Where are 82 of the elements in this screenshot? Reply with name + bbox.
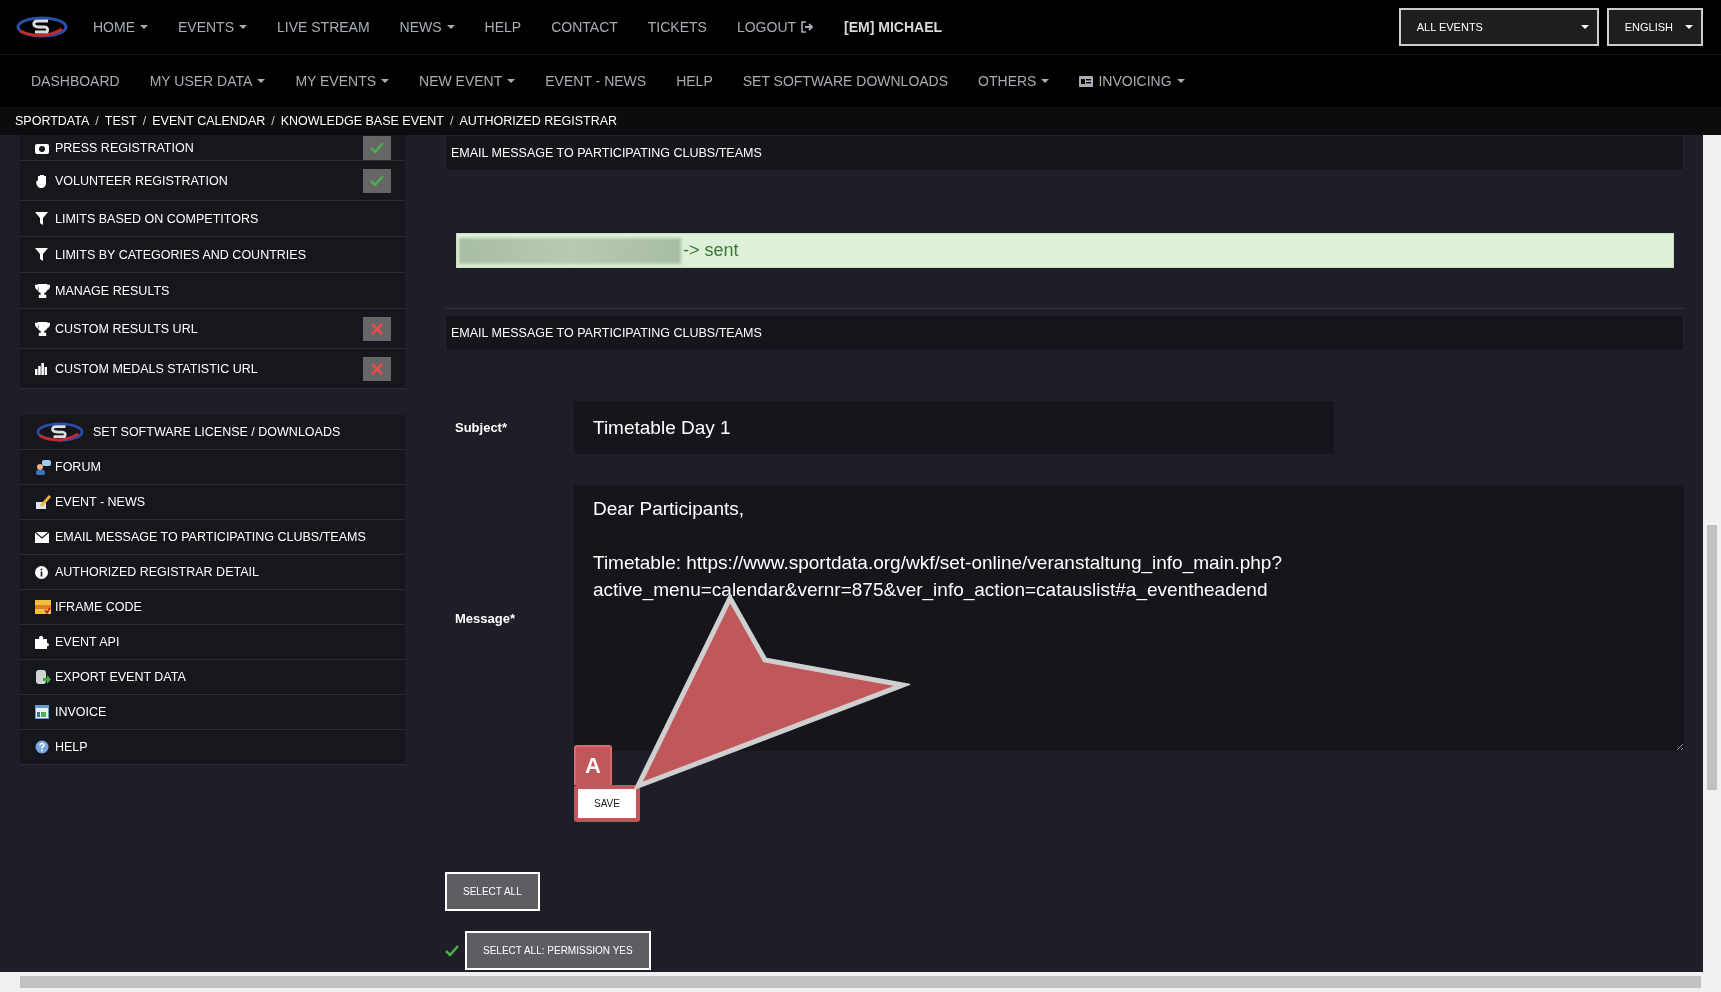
trophy-icon [35, 283, 51, 298]
sidebar-item[interactable]: CUSTOM MEDALS STATISTIC URL [20, 349, 405, 389]
pencil-icon [35, 494, 51, 510]
nav-link[interactable]: EVENT - NEWS [530, 73, 662, 89]
save-button[interactable]: SAVE [574, 785, 640, 822]
logout-icon [801, 21, 815, 33]
check-icon [370, 174, 384, 187]
nav-link[interactable]: MY USER DATA [134, 73, 281, 89]
breadcrumb-separator: / [142, 114, 147, 128]
nav-link[interactable]: EVENTS [163, 19, 262, 35]
help-icon [35, 740, 51, 754]
nav-link[interactable]: NEWS [384, 19, 470, 35]
horizontal-scrollbar[interactable] [0, 972, 1721, 992]
nav-link[interactable]: HOME [78, 19, 163, 35]
sidebar-item[interactable]: EXPORT EVENT DATA [20, 660, 405, 695]
css-file-icon [35, 600, 51, 614]
puzzle-icon [35, 635, 51, 649]
nav-link[interactable]: INVOICING [1064, 73, 1200, 89]
language-select[interactable]: ENGLISH [1606, 8, 1703, 46]
sidebar-item[interactable]: INVOICE [20, 695, 405, 730]
logo-icon [35, 421, 85, 443]
alert-text: -> sent [683, 240, 739, 261]
forum-icon [35, 459, 51, 475]
cross-icon [371, 362, 383, 375]
breadcrumb-link[interactable]: TEST [104, 114, 137, 128]
nav-link[interactable]: DASHBOARD [16, 73, 135, 89]
breadcrumb-link[interactable]: SPORTDATA [15, 114, 90, 128]
annotation-badge: A [574, 745, 612, 785]
id-card-icon [1079, 75, 1094, 87]
camera-icon [35, 141, 51, 154]
filter-icon [35, 212, 51, 225]
breadcrumb-separator: / [271, 114, 275, 128]
caret-icon [1580, 25, 1589, 29]
permission-button[interactable]: SELECT ALL: PERMISSION YES [465, 931, 651, 970]
caret-icon [1685, 25, 1693, 29]
sidebar-item[interactable]: CUSTOM RESULTS URL [20, 309, 405, 349]
sidebar-item[interactable]: AUTHORIZED REGISTRAR DETAIL [20, 555, 405, 590]
vertical-scrollbar[interactable] [1703, 135, 1721, 972]
subject-label: Subject* [454, 420, 508, 435]
envelope-icon [35, 531, 51, 543]
nav-link[interactable]: SET SOFTWARE DOWNLOADS [727, 73, 964, 89]
section-header: EMAIL MESSAGE TO PARTICIPATING CLUBS/TEAMS [445, 315, 1684, 351]
cross-icon [371, 322, 383, 335]
sidebar-item[interactable]: IFRAME CODE [20, 590, 405, 625]
nav-link[interactable]: TICKETS [632, 19, 722, 35]
event-select[interactable]: ALL EVENTS [1398, 8, 1599, 46]
trophy-icon [35, 321, 51, 336]
select-all-button[interactable]: SELECT ALL [445, 872, 540, 911]
breadcrumb-separator: / [449, 114, 454, 128]
sidebar-item[interactable]: HELP [20, 730, 405, 765]
breadcrumb-separator: / [95, 114, 99, 128]
sidebar-item[interactable]: PRESS REGISTRATION [20, 135, 405, 161]
sidebar-item[interactable]: SET SOFTWARE LICENSE / DOWNLOADS [20, 415, 405, 450]
message-label: Message* [454, 610, 516, 626]
sidebar-item[interactable]: FORUM [20, 450, 405, 485]
section-header: EMAIL MESSAGE TO PARTICIPATING CLUBS/TEAMS [445, 135, 1684, 171]
nav-link[interactable]: HELP [661, 73, 728, 89]
sidebar-item[interactable]: LIMITS BY CATEGORIES AND COUNTRIES [20, 237, 405, 273]
nav-link[interactable]: LOGOUT [721, 19, 830, 35]
sidebar-item[interactable]: EVENT API [20, 625, 405, 660]
filter-icon [35, 248, 51, 261]
nav-link[interactable]: MY EVENTS [280, 73, 405, 89]
invoice-icon [35, 705, 51, 719]
sidebar-item[interactable]: VOLUNTEER REGISTRATION [20, 161, 405, 201]
sidebar-item[interactable]: EVENT - NEWS [20, 485, 405, 520]
nav-link[interactable]: OTHERS [963, 73, 1065, 89]
nav-link[interactable]: [EM] MICHAEL [829, 19, 958, 35]
nav-link[interactable]: CONTACT [536, 19, 633, 35]
breadcrumb-link[interactable]: KNOWLEDGE BASE EVENT [280, 114, 444, 128]
sidebar-item[interactable]: LIMITS BASED ON COMPETITORS [20, 201, 405, 237]
nav-link[interactable]: NEW EVENT [404, 73, 531, 89]
message-field[interactable]: Dear Participants, Timetable: https://www.sportdata.org/wkf/set-online/veranstaltung_info_main.php?active_menu=calendar&vernr=875&ver_info_action=catauslist#a_eventheadend [574, 485, 1684, 751]
nav-link[interactable]: LIVE STREAM [262, 19, 385, 35]
export-icon [35, 669, 51, 685]
info-icon [35, 565, 51, 579]
logo-icon [16, 15, 68, 39]
breadcrumb-link[interactable]: EVENT CALENDAR [152, 114, 266, 128]
check-icon [370, 141, 384, 154]
sidebar-item[interactable]: EMAIL MESSAGE TO PARTICIPATING CLUBS/TEAMS [20, 520, 405, 555]
subject-field[interactable]: Timetable Day 1 [574, 401, 1334, 454]
sidebar-item[interactable]: MANAGE RESULTS [20, 273, 405, 309]
nav-link[interactable]: HELP [469, 19, 537, 35]
